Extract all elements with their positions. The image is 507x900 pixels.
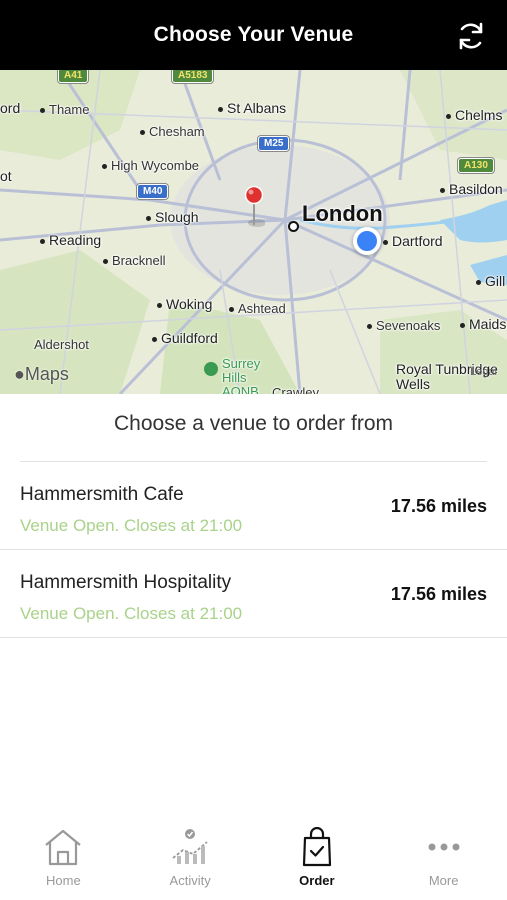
venue-distance: 17.56 miles [390, 496, 487, 516]
map-label-slough: Slough [146, 209, 199, 225]
venue-pin-icon[interactable] [243, 185, 265, 229]
venue-row-hammersmith-hospitality[interactable]: Hammersmith Hospitality Venue Open. Clos… [0, 550, 507, 638]
map-label-sevenoaks: Sevenoaks [367, 318, 440, 333]
activity-icon [172, 829, 208, 864]
maps-attribution[interactable]: ●Maps [14, 364, 69, 385]
map-label-st-albans: St Albans [218, 100, 286, 116]
venue-row-hammersmith-cafe[interactable]: Hammersmith Cafe Venue Open. Closes at 2… [0, 462, 507, 550]
tab-label: Order [299, 873, 335, 888]
venue-name: Hammersmith Cafe [20, 484, 184, 505]
header-bar: Choose Your Venue [0, 0, 507, 70]
map-label-thame: Thame [40, 102, 89, 117]
map-label-reading: Reading [40, 232, 101, 248]
road-shield-a130: A130 [458, 158, 494, 173]
more-icon [428, 843, 460, 851]
map-label-maidstone: Maids [460, 316, 506, 332]
home-icon [45, 829, 82, 866]
map-label-ashtead: Ashtead [229, 301, 286, 316]
refresh-button[interactable] [453, 18, 489, 54]
road-shield-a41: A41 [58, 70, 89, 83]
london-marker [288, 221, 299, 232]
map-label-oxford: ord [0, 100, 21, 116]
legal-link[interactable]: Legal [470, 366, 497, 378]
map-label-woking: Woking [157, 296, 212, 312]
map-label-aldershot: Aldershot [34, 337, 89, 352]
apple-logo-icon: ● [14, 364, 25, 384]
tab-label: Activity [169, 873, 211, 888]
map-label-left-edge: ot [0, 168, 12, 184]
map-label-basildon: Basildon [440, 181, 503, 197]
venue-list-heading: Choose a venue to order from [114, 412, 393, 435]
tab-label: Home [46, 873, 81, 888]
map-label-high-wycombe: High Wycombe [102, 158, 199, 173]
road-shield-m25: M25 [258, 136, 290, 151]
map-label-dartford: Dartford [383, 233, 443, 249]
tab-more[interactable]: More [380, 815, 507, 900]
map-label-guildford: Guildford [152, 330, 218, 346]
tab-activity[interactable]: Activity [127, 815, 254, 900]
tab-label: More [428, 873, 459, 888]
venue-status: Venue Open. Closes at 21:00 [20, 516, 243, 535]
map-label-bracknell: Bracknell [103, 253, 165, 268]
tab-home[interactable]: Home [0, 815, 127, 900]
map-label-london: London [302, 201, 383, 226]
venue-distance: 17.56 miles [390, 584, 487, 604]
tab-order[interactable]: Order [254, 815, 381, 900]
map-label-gill: Gill [476, 273, 505, 289]
map-label-chesham: Chesham [140, 124, 205, 139]
venue-name: Hammersmith Hospitality [20, 572, 232, 593]
user-location-dot [353, 227, 381, 255]
page-title: Choose Your Venue [153, 23, 354, 46]
shopping-bag-icon [302, 827, 331, 867]
venue-status: Venue Open. Closes at 21:00 [20, 604, 243, 623]
tab-bar: Home Activity Order More [0, 815, 507, 900]
venue-map[interactable]: A41 A5183 M25 M40 A130 ord Thame St Alba… [0, 70, 507, 394]
park-icon [204, 362, 218, 376]
map-label-chelmsford: Chelms [446, 107, 502, 123]
refresh-icon [459, 22, 483, 50]
road-shield-m40: M40 [137, 184, 169, 199]
map-label-crawley: Crawley [272, 385, 319, 394]
road-shield-a5183: A5183 [172, 70, 214, 83]
